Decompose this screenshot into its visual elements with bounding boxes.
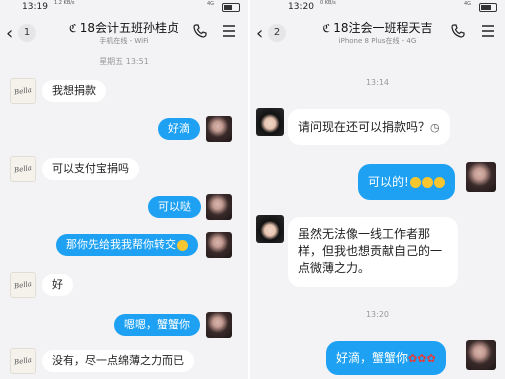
message-text: 可以的!: [368, 175, 409, 189]
smile-emoji-icon: [177, 239, 188, 251]
rose-emoji-icon: ✿: [408, 352, 418, 365]
menu-icon[interactable]: [221, 23, 237, 39]
avatar[interactable]: Bella: [10, 272, 36, 298]
message-bubble[interactable]: 没有，尽一点绵薄之力而已: [42, 350, 194, 372]
message-bubble[interactable]: 虽然无法像一线工作者那 样，但我也想贡献自己的一 点微薄之力。: [288, 217, 458, 287]
phone-icon[interactable]: [450, 23, 466, 39]
chat-window-right: 13:20 0 KB/s 4G ‹ 2 ℭ 18注会一班程天吉 iPhone 8 …: [250, 0, 505, 379]
network-indicator: 4G: [206, 1, 214, 7]
wait-emoji-icon: ◷: [430, 121, 440, 134]
message-bubble[interactable]: 可以哒: [148, 196, 201, 218]
message-bubble[interactable]: 好滴: [158, 118, 200, 140]
avatar[interactable]: Bella: [10, 78, 36, 104]
status-speed: 0 KB/s: [320, 0, 336, 6]
timestamp: 星期五 13:51: [99, 57, 149, 66]
message-bubble[interactable]: 可以支付宝捐吗: [42, 158, 139, 180]
message-bubble[interactable]: 好滴，蟹蟹你✿✿✿: [326, 341, 446, 375]
network-indicator: 4G: [463, 1, 471, 7]
smile-emoji-icon: [421, 177, 433, 188]
chat-header: ‹ 2 ℭ 18注会一班程天吉 iPhone 8 Plus在线 - 4G: [250, 14, 505, 50]
chat-title-row: ℭ 18会计五班孙桂贞: [0, 19, 248, 36]
avatar[interactable]: [206, 312, 232, 338]
message-bubble[interactable]: 好: [42, 274, 73, 296]
phone-icon[interactable]: [192, 23, 208, 39]
avatar-signature: Bella: [13, 86, 33, 97]
avatar[interactable]: [466, 162, 496, 192]
avatar[interactable]: [256, 215, 284, 243]
chat-window-left: 13:19 1.2 KB/s 4G ‹ 1 ℭ 18会计五班孙桂贞 手机在线 - …: [0, 0, 248, 379]
message-line: 虽然无法像一线工作者那: [298, 227, 431, 241]
status-time: 13:20: [288, 2, 314, 12]
status-bar: 13:19 1.2 KB/s 4G: [0, 0, 248, 14]
ear-icon: ℭ: [322, 22, 331, 35]
avatar-signature: Bella: [13, 164, 33, 175]
message-bubble[interactable]: 可以的!: [358, 164, 455, 200]
message-text: 那你先给我我帮你转交: [66, 238, 176, 251]
message-line: 样，但我也想贡献自己的一: [298, 244, 443, 258]
ear-icon: ℭ: [68, 22, 77, 35]
avatar[interactable]: Bella: [10, 156, 36, 182]
avatar[interactable]: [206, 116, 232, 142]
battery-icon: [222, 3, 240, 12]
status-speed: 1.2 KB/s: [54, 0, 75, 6]
battery-icon: [479, 3, 497, 12]
avatar[interactable]: [466, 340, 496, 370]
smile-emoji-icon: [409, 177, 421, 188]
rose-emoji-icon: ✿: [426, 352, 436, 365]
message-bubble[interactable]: 我想捐款: [42, 80, 106, 102]
avatar[interactable]: [206, 194, 232, 220]
chat-title-row: ℭ 18注会一班程天吉: [250, 19, 505, 36]
avatar[interactable]: [256, 108, 284, 136]
message-text: 请问现在还可以捐款吗？: [298, 120, 431, 134]
timestamp: 13:20: [365, 310, 390, 319]
chat-header: ‹ 1 ℭ 18会计五班孙桂贞 手机在线 - WiFi: [0, 14, 248, 50]
timestamp: 13:14: [365, 78, 390, 87]
online-status: 手机在线 - WiFi: [99, 37, 149, 45]
chat-title: 18注会一班程天吉: [333, 21, 433, 35]
status-bar: 13:20 0 KB/s 4G: [250, 0, 505, 14]
online-status: iPhone 8 Plus在线 - 4G: [338, 37, 417, 45]
message-line: 点微薄之力。: [298, 261, 371, 275]
message-bubble[interactable]: 嗯嗯，蟹蟹你: [114, 314, 200, 336]
avatar[interactable]: Bella: [10, 348, 36, 374]
menu-icon[interactable]: [480, 23, 496, 39]
avatar[interactable]: [206, 232, 232, 258]
smile-emoji-icon: [433, 177, 445, 188]
message-bubble[interactable]: 那你先给我我帮你转交: [56, 234, 198, 256]
message-text: 好滴，蟹蟹你: [336, 351, 409, 365]
chat-title: 18会计五班孙桂贞: [79, 21, 179, 35]
avatar-signature: Bella: [13, 356, 33, 367]
avatar-signature: Bella: [13, 280, 33, 291]
status-time: 13:19: [22, 2, 48, 12]
message-bubble[interactable]: 请问现在还可以捐款吗？◷: [288, 109, 450, 145]
